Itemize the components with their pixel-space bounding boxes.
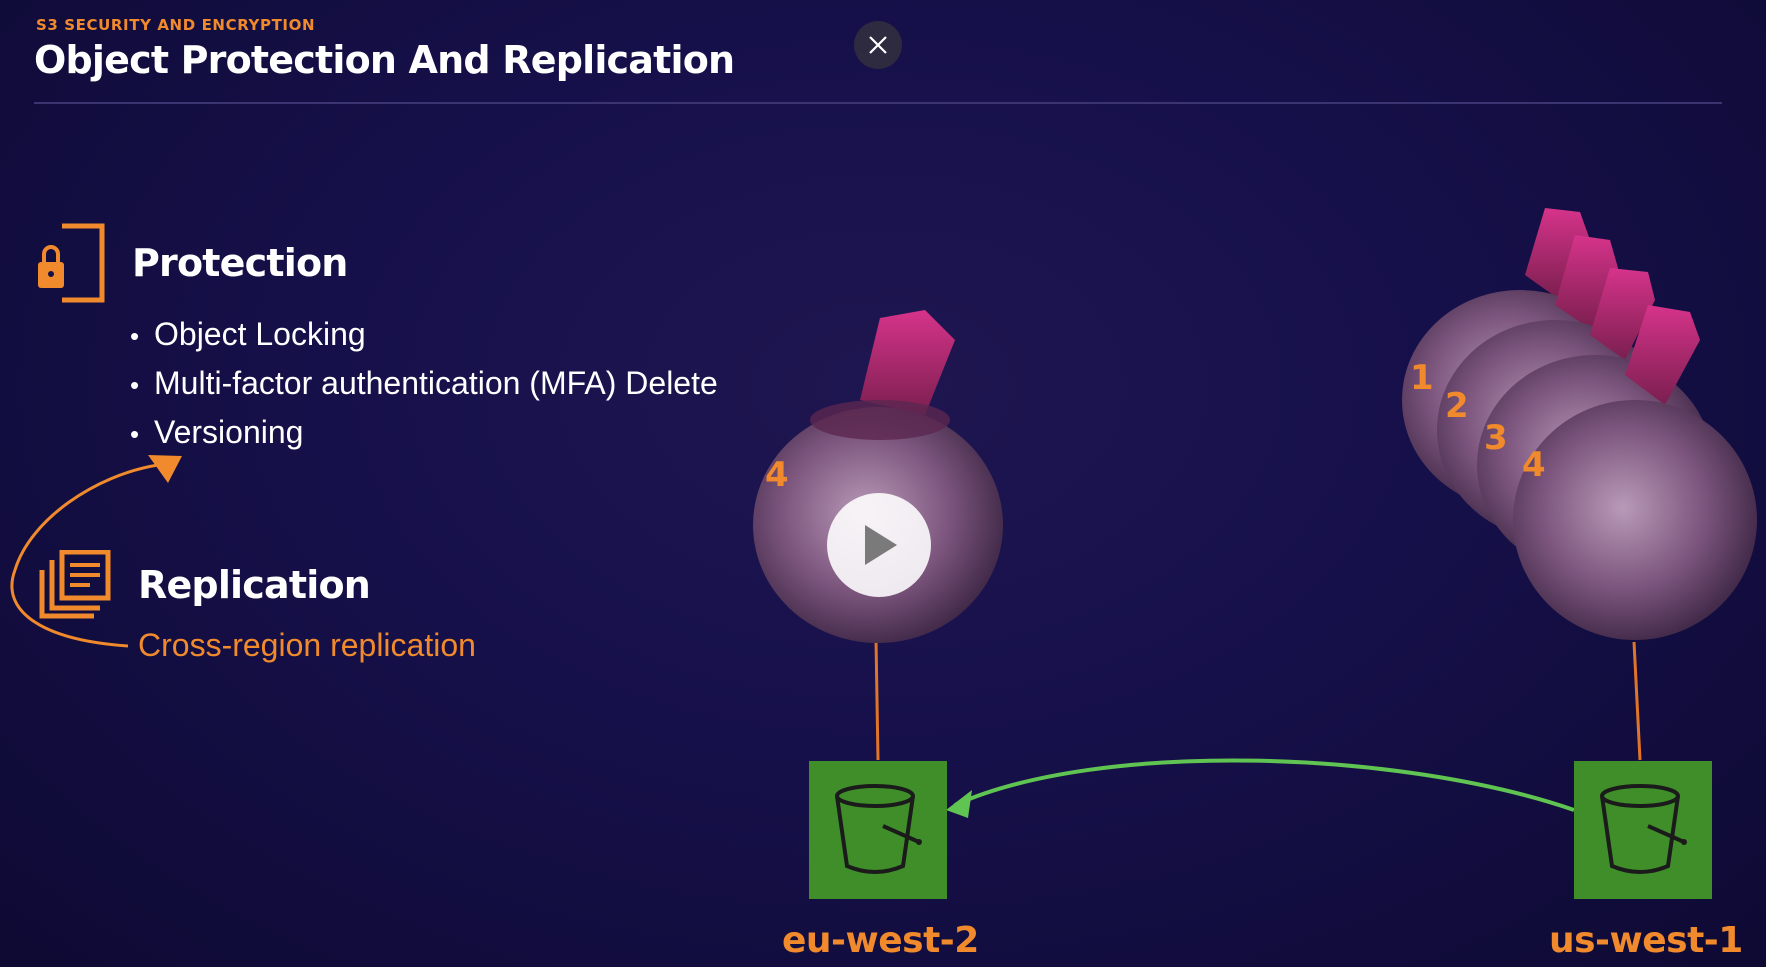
source-version-label-2: 2 [1445, 386, 1469, 426]
source-region-label: us-west-1 [1549, 920, 1743, 961]
protection-list: • Object Locking • Multi-factor authentica… [130, 312, 718, 459]
source-version-label-3: 3 [1484, 418, 1508, 458]
source-bucket [1574, 761, 1712, 899]
source-version-label-4: 4 [1522, 445, 1546, 485]
destination-region-label: eu-west-2 [782, 920, 979, 961]
replication-arrowhead [946, 790, 972, 818]
versioning-arrowhead [148, 455, 182, 483]
list-item: • Object Locking [130, 316, 366, 352]
destination-version-label: 4 [765, 455, 789, 495]
replication-arrow [954, 758, 1575, 812]
protection-heading: Protection [132, 241, 348, 285]
replication-heading: Replication [138, 563, 371, 607]
play-button[interactable] [827, 493, 931, 597]
list-item: • Multi-factor authentication (MFA) Delet… [130, 365, 718, 401]
documents-icon [38, 549, 112, 625]
source-string [1632, 641, 1642, 761]
destination-bucket [809, 761, 947, 899]
source-version-label-1: 1 [1410, 358, 1434, 398]
replication-subtitle: Cross-region replication [138, 627, 476, 663]
list-item: • Versioning [130, 414, 304, 450]
bucket-icon [1600, 784, 1687, 874]
bucket-icon [835, 784, 922, 874]
lock-icon [34, 222, 106, 309]
play-icon [865, 525, 897, 565]
destination-string [874, 639, 880, 761]
